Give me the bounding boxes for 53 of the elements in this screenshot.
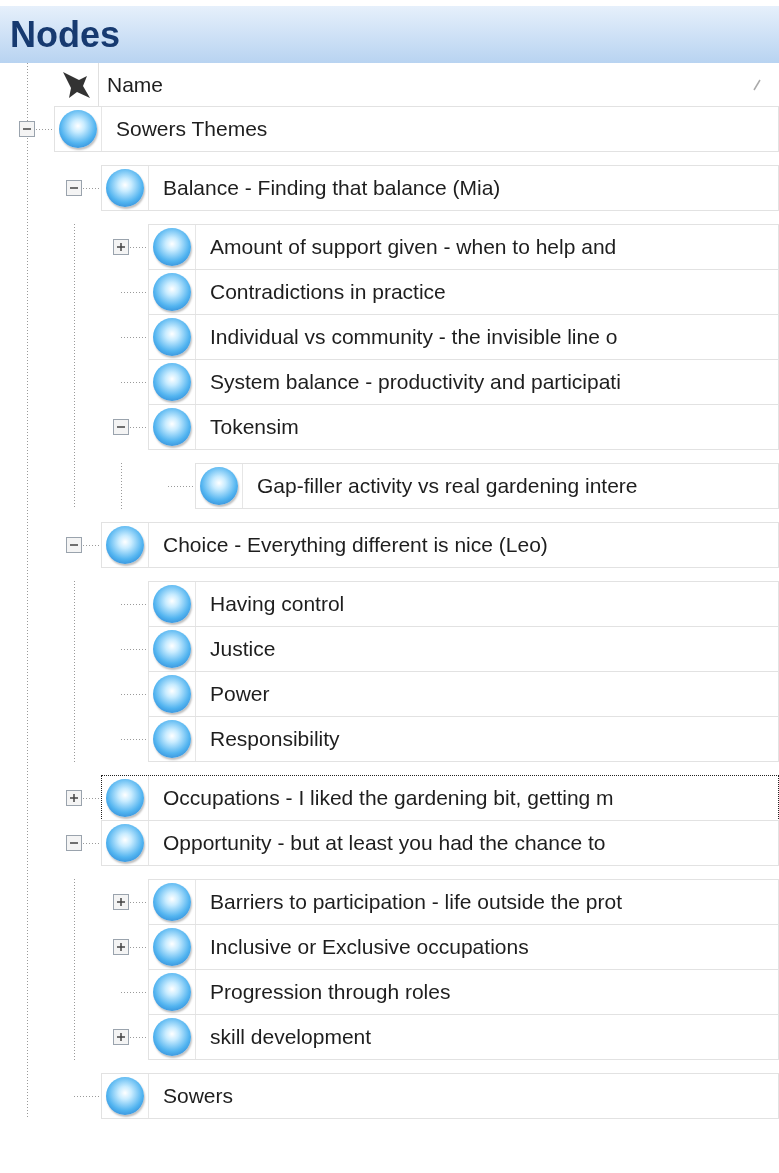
node-sphere-icon: [59, 110, 97, 148]
expand-toggle[interactable]: [113, 939, 129, 955]
tree-node[interactable]: Gap-filler activity vs real gardening intere: [195, 463, 779, 509]
column-header[interactable]: Name: [99, 73, 753, 97]
node-sphere-icon: [106, 779, 144, 817]
expand-toggle[interactable]: [66, 790, 82, 806]
node-sphere-icon: [153, 720, 191, 758]
tree-node[interactable]: Tokensim: [148, 404, 779, 450]
tree-node[interactable]: Occupations - I liked the gardening bit, getting m: [101, 775, 779, 821]
tree-node[interactable]: Power: [148, 671, 779, 717]
tree-node[interactable]: Opportunity - but at least you had the chance to: [101, 820, 779, 866]
tree-node[interactable]: Justice: [148, 626, 779, 672]
expand-toggle[interactable]: [113, 1029, 129, 1045]
expand-toggle[interactable]: [113, 894, 129, 910]
node-sphere-icon: [153, 273, 191, 311]
tree-node[interactable]: System balance - productivity and participati: [148, 359, 779, 405]
node-sphere-icon: [153, 973, 191, 1011]
panel-title: Nodes: [0, 6, 779, 63]
node-sphere-icon: [153, 630, 191, 668]
node-sphere-icon: [106, 169, 144, 207]
tree-node[interactable]: Sowers Themes: [54, 106, 779, 152]
node-sphere-icon: [200, 467, 238, 505]
tree-node[interactable]: Choice - Everything different is nice (Leo): [101, 522, 779, 568]
node-sphere-icon: [106, 824, 144, 862]
collapse-toggle[interactable]: [66, 180, 82, 196]
tree-node[interactable]: Inclusive or Exclusive occupations: [148, 924, 779, 970]
node-sphere-icon: [153, 585, 191, 623]
tree-node[interactable]: Sowers: [101, 1073, 779, 1119]
tree-node[interactable]: Balance - Finding that balance (Mia): [101, 165, 779, 211]
expand-toggle[interactable]: [113, 239, 129, 255]
tree-node[interactable]: Responsibility: [148, 716, 779, 762]
tree-node[interactable]: Contradictions in practice: [148, 269, 779, 315]
node-sphere-icon: [153, 408, 191, 446]
collapse-toggle[interactable]: [113, 419, 129, 435]
tree-node[interactable]: Amount of support given - when to help and: [148, 224, 779, 270]
tree-node[interactable]: Having control: [148, 581, 779, 627]
tree-node[interactable]: Progression through roles: [148, 969, 779, 1015]
collapse-toggle[interactable]: [19, 121, 35, 137]
node-sphere-icon: [153, 675, 191, 713]
node-sphere-icon: [153, 363, 191, 401]
tree-node[interactable]: Individual vs community - the invisible line o: [148, 314, 779, 360]
collapse-toggle[interactable]: [66, 537, 82, 553]
node-sphere-icon: [153, 318, 191, 356]
node-sphere-icon: [153, 883, 191, 921]
tree-node[interactable]: Barriers to participation - life outside the prot: [148, 879, 779, 925]
node-sphere-icon: [106, 1077, 144, 1115]
column-grip-icon: [753, 79, 761, 91]
node-sphere-icon: [153, 1018, 191, 1056]
node-sphere-icon: [153, 228, 191, 266]
node-sphere-icon: [153, 928, 191, 966]
tree-node[interactable]: skill development: [148, 1014, 779, 1060]
node-sphere-icon: [106, 526, 144, 564]
collapse-toggle[interactable]: [66, 835, 82, 851]
